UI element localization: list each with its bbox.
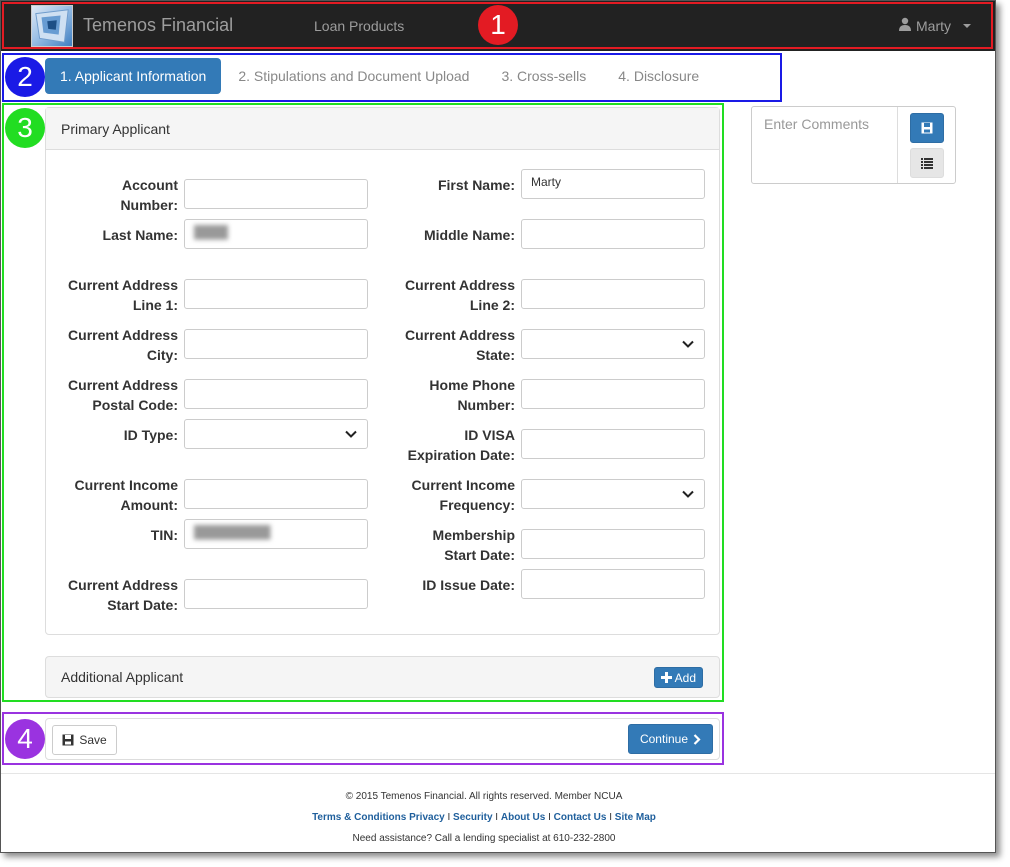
- address-state-select[interactable]: [521, 329, 705, 359]
- postal-code-label: Current Address Postal Code:: [68, 377, 178, 413]
- home-phone-label: Home Phone Number:: [429, 377, 515, 413]
- add-button-label: Add: [674, 670, 696, 685]
- comments-textarea[interactable]: Enter Comments: [764, 116, 869, 132]
- nav-link-loan-products[interactable]: Loan Products: [314, 18, 404, 34]
- home-phone-input[interactable]: [521, 379, 705, 409]
- membership-start-input[interactable]: [521, 529, 705, 559]
- primary-applicant-heading: Primary Applicant: [46, 108, 719, 150]
- chevron-down-icon: [682, 340, 694, 348]
- caret-down-icon: [963, 23, 971, 28]
- visa-expiration-label: ID VISA Expiration Date:: [407, 427, 515, 463]
- id-type-select[interactable]: [184, 419, 368, 449]
- footer-link-privacy[interactable]: Privacy: [409, 812, 445, 823]
- postal-code-input[interactable]: [184, 379, 368, 409]
- save-comment-button[interactable]: [910, 113, 944, 143]
- visa-expiration-input[interactable]: [521, 429, 705, 459]
- address-start-date-label: Current Address Start Date:: [68, 577, 178, 613]
- account-number-input[interactable]: [184, 179, 368, 209]
- address-city-input[interactable]: [184, 329, 368, 359]
- additional-applicant-panel: Additional Applicant Add: [45, 656, 720, 698]
- step-stipulations[interactable]: 2. Stipulations and Document Upload: [223, 58, 484, 94]
- comment-list-button[interactable]: [910, 148, 944, 178]
- address-line2-label: Current Address Line 2:: [405, 277, 515, 313]
- middle-name-label: Middle Name:: [423, 227, 515, 243]
- footer-link-sitemap[interactable]: Site Map: [615, 812, 656, 823]
- tin-label: TIN:: [150, 527, 178, 543]
- user-name: Marty: [916, 17, 951, 34]
- income-amount-label: Current Income Amount:: [74, 477, 178, 513]
- chevron-down-icon: [682, 490, 694, 498]
- last-name-input[interactable]: ████: [184, 219, 368, 249]
- chevron-right-icon: [693, 733, 701, 745]
- footer-copyright: © 2015 Temenos Financial. All rights res…: [345, 791, 623, 802]
- step-disclosure[interactable]: 4. Disclosure: [603, 58, 714, 94]
- address-city-label: Current Address City:: [68, 327, 178, 363]
- income-frequency-select[interactable]: [521, 479, 705, 509]
- id-type-label: ID Type:: [123, 427, 178, 443]
- temenos-logo[interactable]: [31, 5, 73, 47]
- add-applicant-button[interactable]: Add: [653, 667, 703, 688]
- footer-link-about[interactable]: About Us: [501, 812, 545, 823]
- floppy-disk-icon: [921, 122, 933, 134]
- first-name-label: First Name:: [437, 177, 515, 193]
- address-start-date-input[interactable]: [184, 579, 368, 609]
- list-icon: [921, 157, 933, 169]
- brand-name[interactable]: Temenos Financial: [83, 15, 233, 36]
- address-line1-label: Current Address Line 1:: [68, 277, 178, 313]
- primary-applicant-panel: Primary Applicant Account Number: Last N…: [45, 107, 720, 635]
- footer-link-terms[interactable]: Terms & Conditions: [312, 812, 406, 823]
- save-button-label: Save: [79, 733, 107, 747]
- id-issue-date-label: ID Issue Date:: [422, 577, 515, 593]
- account-number-label: Account Number:: [120, 177, 178, 213]
- income-amount-input[interactable]: [184, 479, 368, 509]
- income-frequency-label: Current Income Frequency:: [411, 477, 515, 513]
- callout-badge-1: 1: [478, 5, 518, 45]
- middle-name-input[interactable]: [521, 219, 705, 249]
- footer-assistance: Need assistance? Call a lending speciali…: [352, 833, 616, 844]
- additional-applicant-heading: Additional Applicant: [61, 669, 184, 685]
- comments-box: Enter Comments: [751, 106, 956, 184]
- footer-divider: [1, 773, 995, 774]
- footer-links: Terms & Conditions Privacy I Security I …: [312, 812, 656, 823]
- wizard-steps: 1. Applicant Information 2. Stipulations…: [45, 56, 716, 96]
- membership-start-label: Membership Start Date:: [432, 527, 515, 563]
- first-name-input[interactable]: Marty: [521, 169, 705, 199]
- application-window: Temenos Financial Loan Products Marty 1.…: [0, 0, 996, 853]
- callout-badge-3: 3: [5, 108, 45, 148]
- floppy-disk-icon: [62, 734, 74, 746]
- save-button[interactable]: Save: [52, 725, 117, 755]
- step-cross-sells[interactable]: 3. Cross-sells: [486, 58, 601, 94]
- user-menu[interactable]: Marty: [898, 17, 971, 34]
- tin-input[interactable]: █████████: [184, 519, 368, 549]
- continue-button[interactable]: Continue: [628, 724, 713, 754]
- comments-divider: [897, 107, 898, 183]
- user-icon: [898, 17, 912, 34]
- address-line2-input[interactable]: [521, 279, 705, 309]
- chevron-down-icon: [345, 430, 357, 438]
- callout-badge-4: 4: [5, 719, 45, 759]
- form-actions-bar: Save Continue: [45, 718, 720, 760]
- footer-link-contact[interactable]: Contact Us: [554, 812, 607, 823]
- last-name-label: Last Name:: [102, 227, 178, 243]
- step-applicant-information[interactable]: 1. Applicant Information: [45, 58, 222, 94]
- address-line1-input[interactable]: [184, 279, 368, 309]
- callout-badge-2: 2: [5, 57, 45, 97]
- id-issue-date-input[interactable]: [521, 569, 705, 599]
- footer-link-security[interactable]: Security: [453, 812, 492, 823]
- address-state-label: Current Address State:: [405, 327, 515, 363]
- plus-icon: [660, 672, 672, 683]
- continue-button-label: Continue: [639, 732, 689, 746]
